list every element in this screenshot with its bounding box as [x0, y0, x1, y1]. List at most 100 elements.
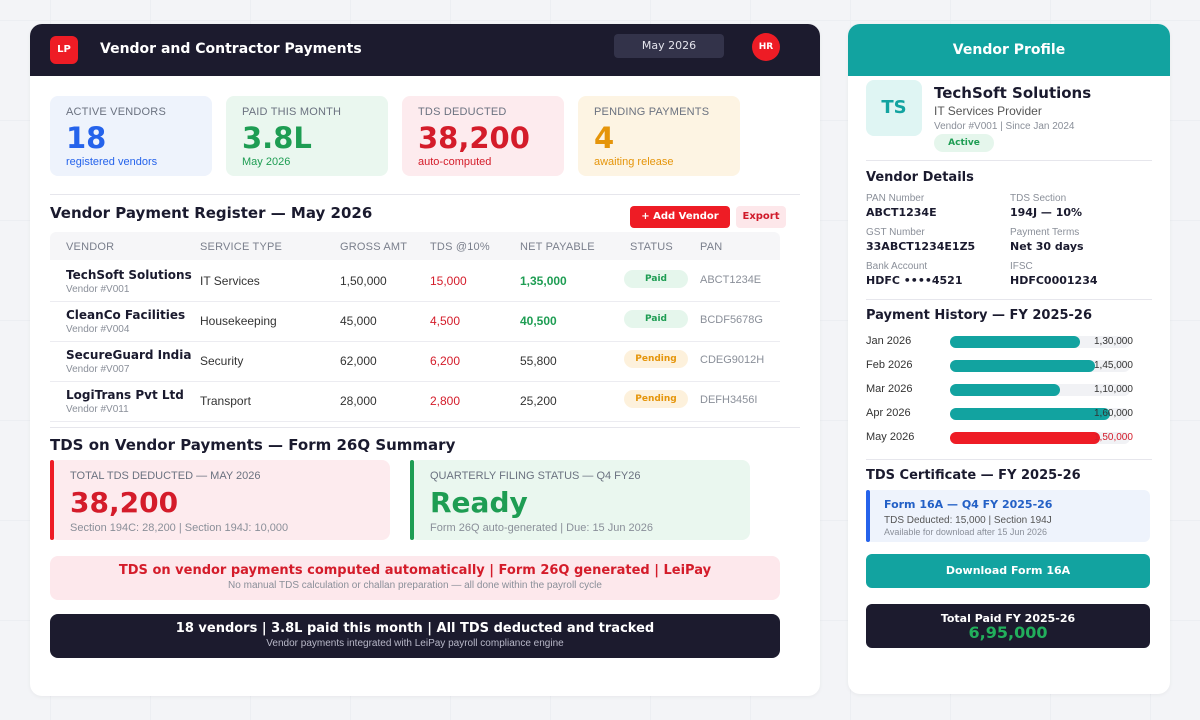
- vendor-id: Vendor #V007: [66, 364, 130, 375]
- filing-status-card: QUARTERLY FILING STATUS — Q4 FY26 Ready …: [410, 460, 750, 540]
- summary-bar: 18 vendors | 3.8L paid this month | All …: [50, 614, 780, 658]
- vendor-id: Vendor #V004: [66, 324, 130, 335]
- column-header: PAN: [700, 241, 723, 253]
- stat-card-active-vendors: ACTIVE VENDORS 18 registered vendors: [50, 96, 212, 176]
- detail-label: PAN Number: [866, 193, 925, 204]
- history-amount: 1,45,000: [1094, 360, 1133, 371]
- stat-sub: auto-computed: [418, 156, 492, 168]
- vendor-pan: BCDF5678G: [700, 314, 763, 326]
- history-amount: 1,30,000: [1094, 336, 1133, 347]
- tds-amount: 15,000: [430, 274, 467, 288]
- vendor-pan: ABCT1234E: [700, 274, 762, 286]
- accent-bar: [410, 460, 414, 540]
- history-amount: 1,50,000: [1094, 432, 1133, 443]
- vendor-profile-panel: Vendor Profile TS TechSoft Solutions IT …: [848, 24, 1170, 694]
- certificate-sub: TDS Deducted: 15,000 | Section 194J: [884, 515, 1052, 526]
- vendor-name: SecureGuard India: [66, 348, 192, 362]
- status-badge: Active: [934, 134, 994, 152]
- alert-main-text: TDS on vendor payments computed automati…: [118, 563, 712, 578]
- stat-value: 38,200: [418, 121, 530, 155]
- status-badge: Paid: [624, 310, 688, 328]
- export-button[interactable]: Export: [736, 206, 786, 228]
- user-avatar[interactable]: HR: [752, 33, 780, 61]
- stat-card-paid-this-month: PAID THIS MONTH 3.8L May 2026: [226, 96, 388, 176]
- vendor-name: CleanCo Facilities: [66, 308, 186, 322]
- payment-history-title: Payment History — FY 2025-26: [866, 308, 1093, 323]
- gross-amount: 45,000: [340, 314, 377, 328]
- history-month-label: Feb 2026: [866, 359, 913, 371]
- net-payable: 40,500: [520, 314, 557, 328]
- table-row[interactable]: LogiTrans Pvt Ltd Vendor #V011 Transport…: [50, 382, 780, 422]
- history-bar: [950, 432, 1100, 444]
- history-bar: [950, 336, 1080, 348]
- history-bar: [950, 360, 1095, 372]
- detail-value: 194J — 10%: [1010, 206, 1083, 219]
- alert-sub-text: No manual TDS calculation or challan pre…: [228, 580, 602, 591]
- vendor-initials-avatar: TS: [866, 80, 922, 136]
- status-badge: Pending: [624, 390, 688, 408]
- detail-label: TDS Section: [1010, 193, 1067, 204]
- column-header: TDS @10%: [430, 241, 490, 253]
- table-row[interactable]: SecureGuard India Vendor #V007 Security …: [50, 342, 780, 382]
- column-header: SERVICE TYPE: [200, 241, 283, 253]
- stat-label: PAID THIS MONTH: [242, 106, 342, 118]
- net-payable: 1,35,000: [520, 274, 567, 288]
- vendor-name: TechSoft Solutions: [934, 84, 1092, 102]
- tds-label: TOTAL TDS DEDUCTED — MAY 2026: [70, 470, 261, 482]
- net-payable: 25,200: [520, 394, 557, 408]
- vendor-id: Vendor #V011: [66, 404, 129, 415]
- history-bar: [950, 384, 1060, 396]
- status-badge: Pending: [624, 350, 688, 368]
- history-amount: 1,10,000: [1094, 384, 1133, 395]
- column-header: VENDOR: [66, 241, 115, 253]
- certificate-title: Form 16A — Q4 FY 2025-26: [884, 498, 1053, 511]
- filing-value: Ready: [430, 486, 528, 519]
- total-paid-value: 6,95,000: [968, 623, 1048, 642]
- vendor-name: TechSoft Solutions: [66, 268, 192, 282]
- filing-sub: Form 26Q auto-generated | Due: 15 Jun 20…: [430, 522, 653, 534]
- history-bar: [950, 408, 1110, 420]
- add-vendor-button[interactable]: + Add Vendor: [630, 206, 730, 228]
- stat-label: TDS DEDUCTED: [418, 106, 507, 118]
- tds-amount: 4,500: [430, 314, 461, 328]
- vendor-pan: CDEG9012H: [700, 354, 765, 366]
- detail-value: ABCT1234E: [866, 206, 937, 219]
- column-header: GROSS AMT: [340, 241, 408, 253]
- page-title: Vendor and Contractor Payments: [100, 41, 362, 57]
- detail-label: GST Number: [866, 227, 925, 238]
- accent-bar: [866, 490, 870, 542]
- service-type: IT Services: [200, 274, 260, 288]
- service-type: Transport: [200, 394, 251, 408]
- history-month-label: Apr 2026: [866, 407, 911, 419]
- profile-header: Vendor Profile: [848, 24, 1170, 76]
- stat-sub: May 2026: [242, 156, 291, 168]
- divider: [50, 194, 800, 195]
- stat-value: 3.8L: [242, 121, 312, 155]
- table-row[interactable]: CleanCo Facilities Vendor #V004 Housekee…: [50, 302, 780, 342]
- net-payable: 55,800: [520, 354, 557, 368]
- table-row[interactable]: TechSoft Solutions Vendor #V001 IT Servi…: [50, 262, 780, 302]
- vendor-type: IT Services Provider: [934, 104, 1042, 118]
- gross-amount: 1,50,000: [340, 274, 387, 288]
- detail-label: Payment Terms: [1010, 227, 1080, 238]
- stat-value: 4: [594, 121, 615, 155]
- gross-amount: 28,000: [340, 394, 377, 408]
- divider: [866, 459, 1152, 460]
- filing-label: QUARTERLY FILING STATUS — Q4 FY26: [430, 470, 641, 482]
- vendor-pan: DEFH3456I: [700, 394, 758, 406]
- stat-label: ACTIVE VENDORS: [66, 106, 166, 118]
- certificate-card: Form 16A — Q4 FY 2025-26 TDS Deducted: 1…: [866, 490, 1150, 542]
- download-form16a-button[interactable]: Download Form 16A: [866, 554, 1150, 588]
- month-selector[interactable]: May 2026: [614, 34, 724, 58]
- history-month-label: Jan 2026: [866, 335, 912, 347]
- stat-value: 18: [66, 121, 107, 155]
- accent-bar: [50, 460, 54, 540]
- detail-value: HDFC ••••4521: [866, 274, 963, 287]
- app-logo[interactable]: LP: [50, 36, 78, 64]
- summary-main-text: 18 vendors | 3.8L paid this month | All …: [175, 621, 655, 636]
- divider: [866, 160, 1152, 161]
- tds-sub: Section 194C: 28,200 | Section 194J: 10,…: [70, 522, 289, 534]
- summary-sub-text: Vendor payments integrated with LeiPay p…: [266, 638, 564, 649]
- service-type: Security: [200, 354, 244, 368]
- total-tds-card: TOTAL TDS DEDUCTED — MAY 2026 38,200 Sec…: [50, 460, 390, 540]
